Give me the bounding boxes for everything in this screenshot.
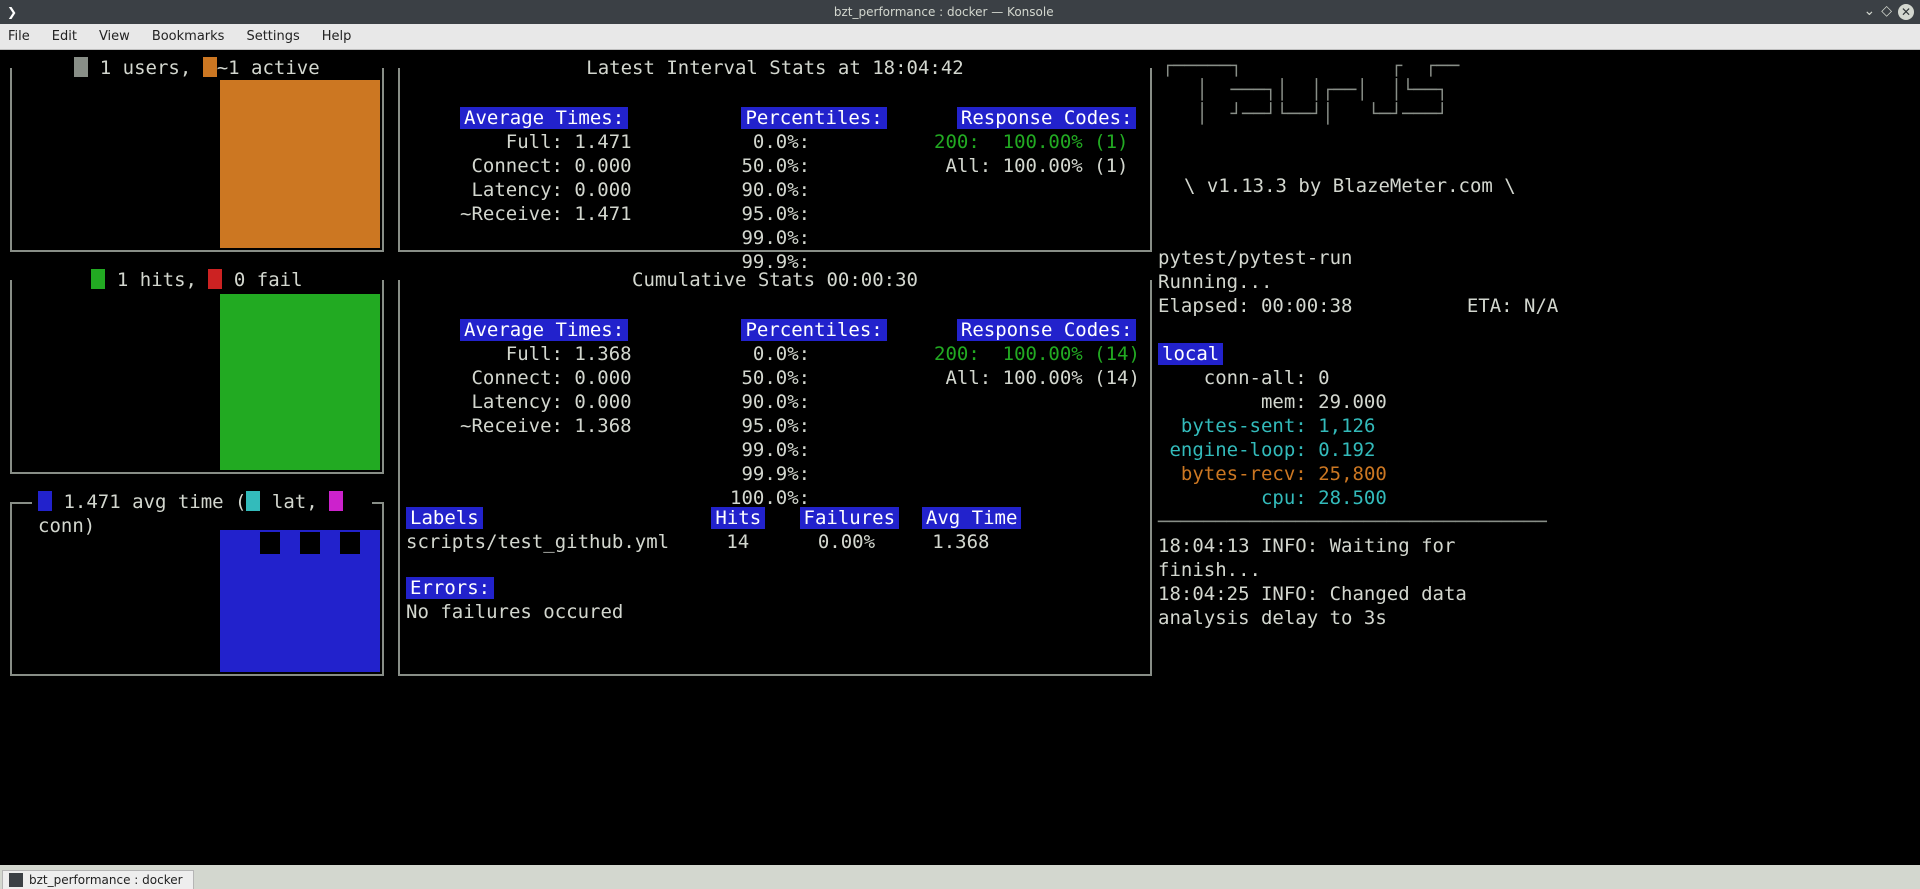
cum-code-all: 100.00% (14) bbox=[1003, 367, 1140, 389]
row0-hits: 14 bbox=[726, 531, 749, 553]
terminal-blank-area bbox=[0, 734, 1920, 865]
cumulative-title: Cumulative Stats 00:00:30 bbox=[400, 268, 1150, 292]
menu-view[interactable]: View bbox=[99, 29, 130, 44]
row0-fail: 0.00% bbox=[818, 531, 875, 553]
users-chart-bar bbox=[220, 80, 380, 248]
local-header: local bbox=[1158, 343, 1223, 365]
stat-loop-k: engine-loop: bbox=[1169, 439, 1306, 461]
marker-conn-icon bbox=[329, 491, 343, 511]
panel-latest-interval: Latest Interval Stats at 18:04:42 Averag… bbox=[398, 68, 1152, 252]
elapsed: Elapsed: 00:00:38 bbox=[1158, 295, 1352, 317]
th-hits: Hits bbox=[711, 507, 765, 529]
avgtime-value: 1.471 avg time ( bbox=[52, 491, 246, 513]
interval-codes-header: Response Codes: bbox=[957, 107, 1137, 129]
window-titlebar: ❯ bzt_performance : docker — Konsole ⌄ ◇… bbox=[0, 0, 1920, 24]
cum-avg-full: 1.368 bbox=[574, 343, 631, 365]
log-line-0: 18:04:13 INFO: Waiting for finish... bbox=[1158, 535, 1467, 581]
terminal-output[interactable]: ┌─────┐ ┌ ┌── │ ───┐│ │┌──│ │└──┐ │ ┘──┘… bbox=[0, 50, 1920, 734]
stat-bsent-v: 1,126 bbox=[1318, 415, 1375, 437]
panel-users-caption: 1 users, ~1 active bbox=[12, 56, 382, 80]
avgtime-notch2 bbox=[300, 532, 320, 554]
version-line: \ v1.13.3 by BlazeMeter.com \ bbox=[1184, 174, 1516, 198]
log-line-1: 18:04:25 INFO: Changed data analysis del… bbox=[1158, 583, 1478, 629]
avgtime-notch1 bbox=[340, 532, 360, 554]
stat-mem-k: mem: bbox=[1261, 391, 1307, 413]
cum-pct-header: Percentiles: bbox=[741, 319, 886, 341]
panel-hits-caption: 1 hits, 0 fail bbox=[12, 268, 382, 292]
conn-label: conn) bbox=[38, 515, 95, 537]
th-fail: Failures bbox=[800, 507, 900, 529]
fail-count: 0 fail bbox=[222, 269, 302, 291]
tab-label: bzt_performance : docker bbox=[29, 873, 183, 887]
cum-codes-header: Response Codes: bbox=[957, 319, 1137, 341]
active-count: ~1 active bbox=[217, 57, 320, 79]
run-name: pytest/pytest-run bbox=[1158, 247, 1352, 269]
latest-interval-title: Latest Interval Stats at 18:04:42 bbox=[400, 56, 1150, 80]
stat-bsent-k: bytes-sent: bbox=[1181, 415, 1307, 437]
run-state: Running... bbox=[1158, 271, 1272, 293]
interval-avg-connect: 0.000 bbox=[574, 155, 631, 177]
app-icon: ❯ bbox=[0, 0, 24, 24]
hits-count: 1 hits, bbox=[105, 269, 208, 291]
stat-mem-v: 29.000 bbox=[1318, 391, 1387, 413]
row0-avg: 1.368 bbox=[932, 531, 989, 553]
cum-avg-connect: 0.000 bbox=[574, 367, 631, 389]
stat-cpu-v: 28.500 bbox=[1318, 487, 1387, 509]
marker-hits-icon bbox=[91, 269, 105, 289]
th-avg: Avg Time bbox=[922, 507, 1022, 529]
stat-cpu-k: cpu: bbox=[1261, 487, 1307, 509]
cum-avg-latency: 0.000 bbox=[574, 391, 631, 413]
interval-pct-header: Percentiles: bbox=[741, 107, 886, 129]
stat-connall-v: 0 bbox=[1318, 367, 1329, 389]
errors-text: No failures occured bbox=[406, 601, 623, 623]
th-labels: Labels bbox=[406, 507, 483, 529]
row0-label: scripts/test_github.yml bbox=[406, 531, 669, 553]
avgtime-notch3 bbox=[260, 532, 280, 554]
stat-brecv-v: 25,800 bbox=[1318, 463, 1387, 485]
errors-header: Errors: bbox=[406, 577, 494, 599]
panel-avgtime: 1.471 avg time ( lat, conn) bbox=[10, 502, 384, 676]
eta: ETA: N/A bbox=[1467, 295, 1559, 317]
taurus-ascii-logo: ┌─────┐ ┌ ┌── │ ───┐│ │┌──│ │└──┐ │ ┘──┘… bbox=[1162, 54, 1459, 126]
window-minimize-button[interactable]: ⌄ bbox=[1863, 4, 1875, 20]
cum-code-200: 100.00% (14) bbox=[1003, 343, 1140, 365]
panel-cumulative: Cumulative Stats 00:00:30 Average Times:… bbox=[398, 280, 1152, 676]
window-maximize-button[interactable]: ◇ bbox=[1881, 4, 1892, 20]
window-title: bzt_performance : docker — Konsole bbox=[24, 5, 1863, 19]
stat-connall-k: conn-all: bbox=[1204, 367, 1307, 389]
menu-edit[interactable]: Edit bbox=[52, 29, 77, 44]
lat-label: lat, bbox=[260, 491, 329, 513]
users-count: 1 users, bbox=[88, 57, 202, 79]
tabstrip: bzt_performance : docker bbox=[0, 865, 1920, 889]
marker-fail-icon bbox=[208, 269, 222, 289]
hits-chart-bar bbox=[220, 294, 380, 470]
menu-help[interactable]: Help bbox=[322, 29, 352, 44]
window-close-button[interactable]: ✕ bbox=[1898, 4, 1914, 20]
panel-users: 1 users, ~1 active bbox=[10, 68, 384, 252]
stat-loop-v: 0.192 bbox=[1318, 439, 1375, 461]
marker-lat-icon bbox=[246, 491, 260, 511]
interval-avg-latency: 0.000 bbox=[574, 179, 631, 201]
menu-bookmarks[interactable]: Bookmarks bbox=[152, 29, 225, 44]
tab-terminal-icon bbox=[9, 873, 23, 887]
interval-avg-header: Average Times: bbox=[460, 107, 628, 129]
tab-bzt-performance[interactable]: bzt_performance : docker bbox=[2, 870, 194, 889]
marker-avgtime-icon bbox=[38, 491, 52, 511]
marker-users-icon bbox=[74, 57, 88, 77]
cum-avg-header: Average Times: bbox=[460, 319, 628, 341]
menu-file[interactable]: File bbox=[8, 29, 30, 44]
stat-brecv-k: bytes-recv: bbox=[1181, 463, 1307, 485]
interval-avg-full: 1.471 bbox=[574, 131, 631, 153]
panel-hits: 1 hits, 0 fail bbox=[10, 280, 384, 474]
interval-code-200: 100.00% (1) bbox=[1003, 131, 1129, 153]
interval-code-all: 100.00% (1) bbox=[1003, 155, 1129, 177]
menu-settings[interactable]: Settings bbox=[246, 29, 299, 44]
menubar: File Edit View Bookmarks Settings Help bbox=[0, 24, 1920, 50]
interval-avg-receive: 1.471 bbox=[574, 203, 631, 225]
cum-avg-receive: 1.368 bbox=[574, 415, 631, 437]
marker-active-icon bbox=[203, 57, 217, 77]
